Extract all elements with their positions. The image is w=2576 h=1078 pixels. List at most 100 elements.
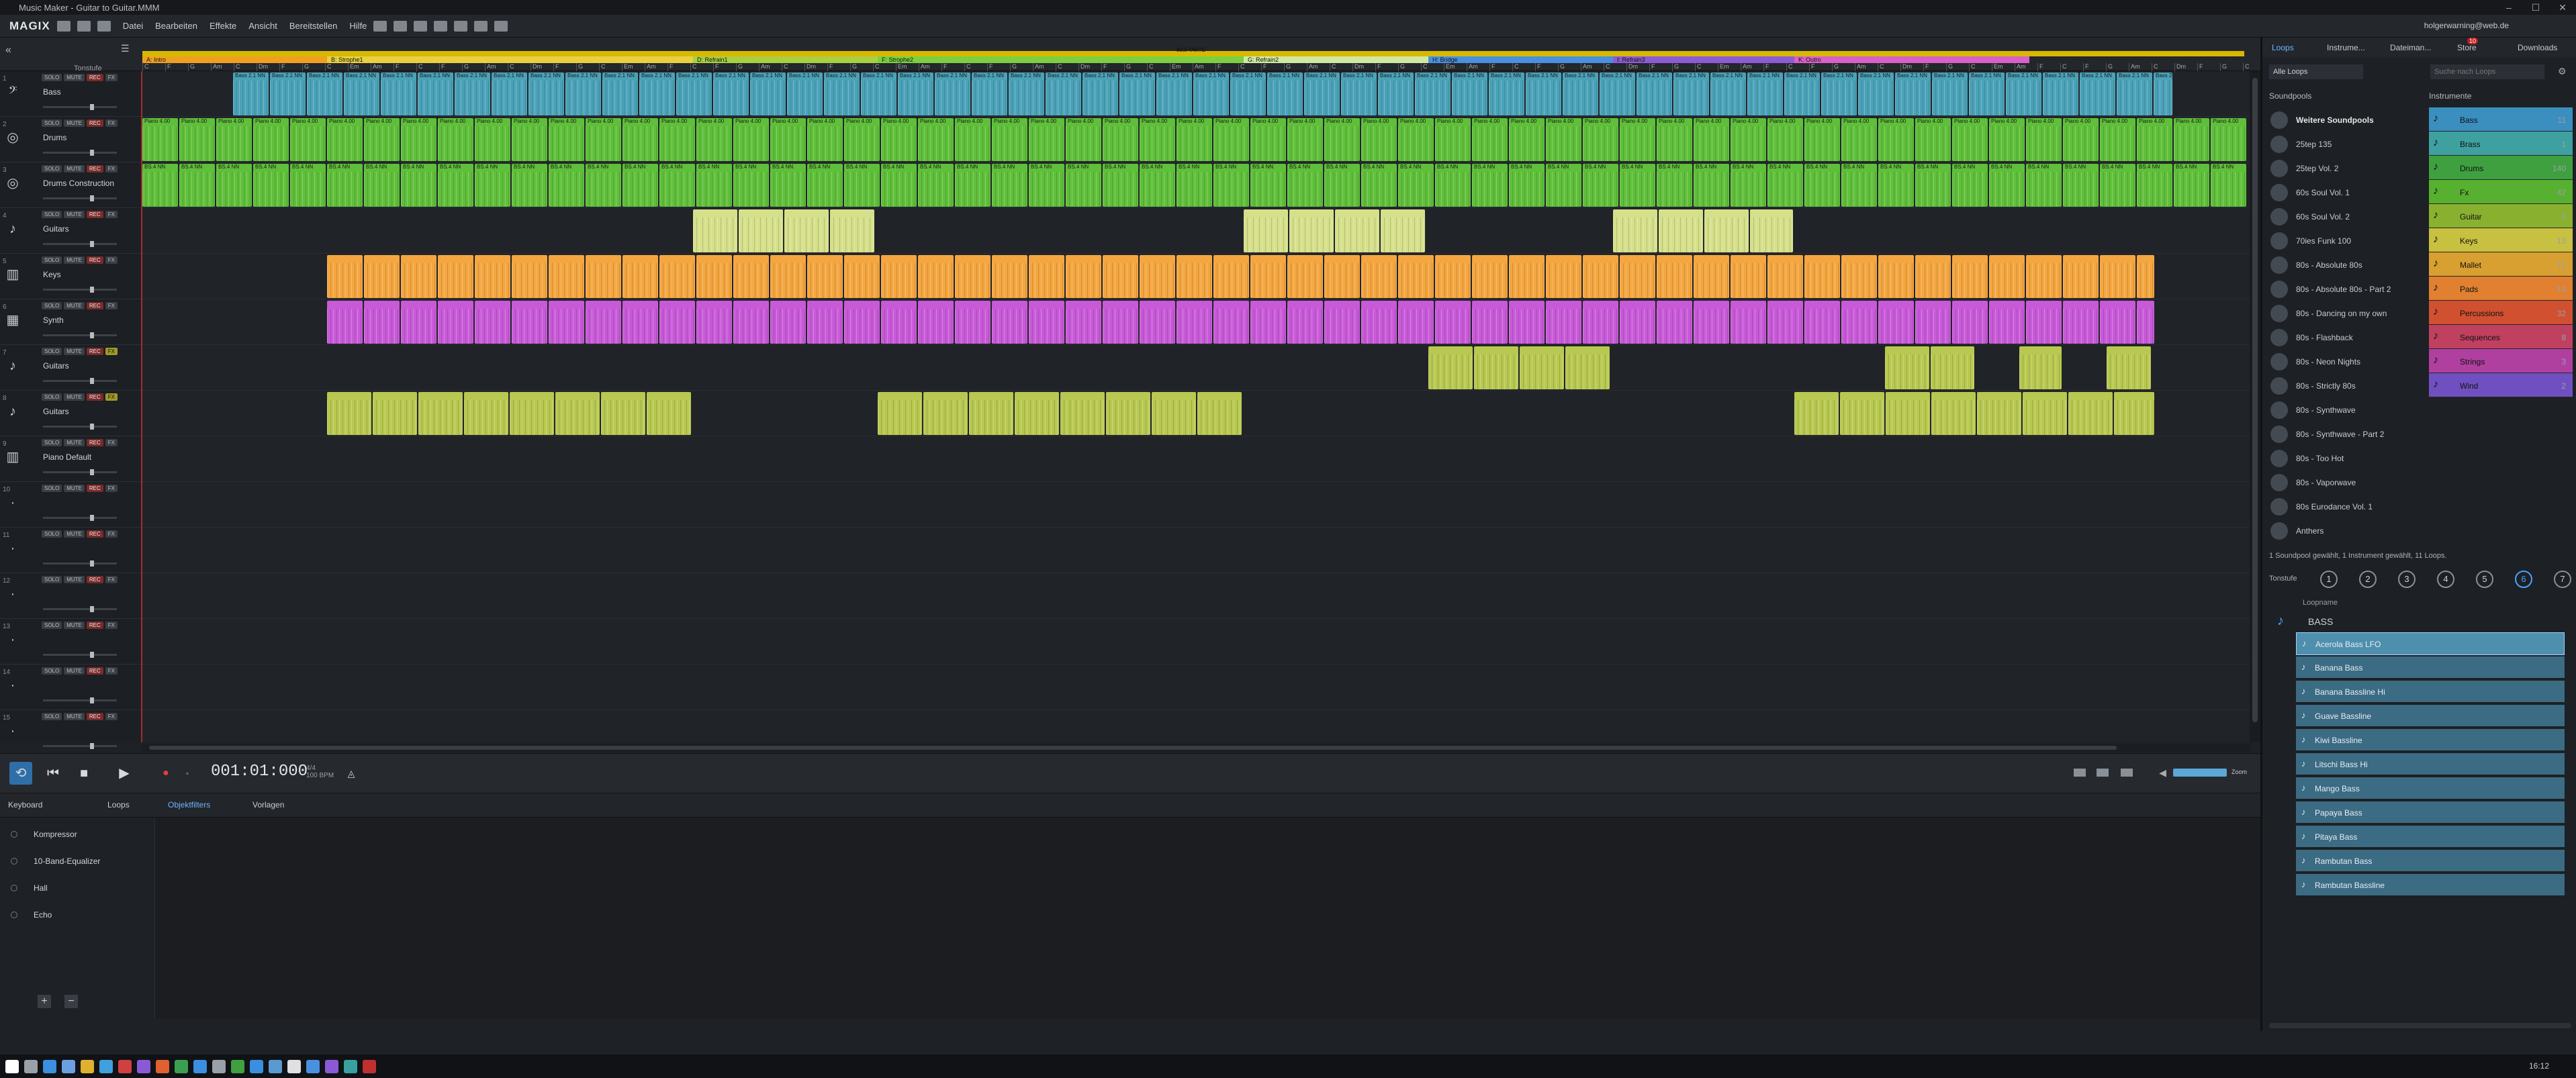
track-volume-slider[interactable] <box>43 332 117 338</box>
track-name[interactable]: Keys <box>43 270 61 279</box>
taskbar-app-icon[interactable] <box>287 1060 301 1073</box>
audio-clip[interactable]: Bass 2.1 NN <box>1341 72 1377 115</box>
audio-clip[interactable]: Piano 4.00 <box>918 118 954 161</box>
audio-clip[interactable]: BS.4 NN <box>881 164 917 207</box>
track-volume-slider[interactable] <box>43 195 117 201</box>
solo-button[interactable]: SOLO <box>42 667 62 675</box>
chord-marker[interactable]: Am <box>1033 63 1044 71</box>
audio-clip[interactable]: Bass 2.1 NN <box>381 72 416 115</box>
chord-marker[interactable]: Am <box>1193 63 1204 71</box>
audio-clip[interactable]: Bass 2.1 NN <box>824 72 860 115</box>
tab-objektfilters[interactable]: Objektfilters <box>168 800 210 810</box>
record-arm-button[interactable]: REC <box>86 622 103 629</box>
menu-datei[interactable]: Datei <box>123 21 143 31</box>
audio-clip[interactable] <box>1657 301 1692 344</box>
tab-loops-pool[interactable]: Loops <box>2272 43 2294 52</box>
mute-button[interactable]: MUTE <box>64 576 85 583</box>
audio-clip[interactable]: Bass 2.1 NN <box>1932 72 1968 115</box>
part-marker[interactable]: H: Bridge <box>1428 56 1613 63</box>
chord-marker[interactable]: Dm <box>804 63 816 71</box>
audio-clip[interactable] <box>1066 301 1101 344</box>
fx-button[interactable]: FX <box>105 211 118 218</box>
settings-gear-icon[interactable]: ⚙ <box>2558 66 2567 77</box>
chord-marker[interactable]: G <box>1284 63 1291 71</box>
record-arm-button[interactable]: REC <box>86 439 103 446</box>
audio-clip[interactable] <box>878 392 922 435</box>
part-marker[interactable]: A: Intro <box>142 56 327 63</box>
tonstufe-button[interactable]: 2 <box>2359 571 2377 588</box>
audio-clip[interactable]: Bass 2.1 NN <box>1304 72 1340 115</box>
audio-clip[interactable] <box>401 255 436 298</box>
track-volume-slider[interactable] <box>43 104 117 110</box>
fx-button[interactable]: FX <box>105 439 118 446</box>
audio-clip[interactable]: Piano 4.00 <box>1620 118 1655 161</box>
audio-clip[interactable] <box>438 301 473 344</box>
track-header[interactable]: 10 · SOLO MUTE REC FX <box>0 482 141 528</box>
audio-clip[interactable]: Piano 4.00 <box>2063 118 2099 161</box>
track-volume-slider[interactable] <box>43 560 117 567</box>
audio-clip[interactable] <box>659 255 695 298</box>
audio-clip[interactable] <box>1250 255 1286 298</box>
chord-marker[interactable]: G <box>1398 63 1405 71</box>
audio-clip[interactable] <box>881 301 917 344</box>
audio-clip[interactable]: BS.4 NN <box>2100 164 2135 207</box>
chord-marker[interactable]: G <box>1010 63 1017 71</box>
taskbar-app-icon[interactable] <box>81 1060 94 1073</box>
audio-clip[interactable]: BS.4 NN <box>2063 164 2099 207</box>
audio-clip[interactable]: BS.4 NN <box>179 164 215 207</box>
fx-button[interactable]: FX <box>105 713 118 720</box>
track-lane[interactable] <box>142 528 2250 573</box>
mute-button[interactable]: MUTE <box>64 119 85 127</box>
speaker-icon[interactable]: ◀ <box>2159 767 2166 779</box>
audio-clip[interactable]: Bass 2.1 NN <box>1895 72 1931 115</box>
instrument-item[interactable]: ♪ Drums 140 <box>2429 156 2573 180</box>
chord-marker[interactable]: G <box>1946 63 1953 71</box>
fx-button[interactable]: FX <box>105 622 118 629</box>
chord-marker[interactable]: G <box>2220 63 2227 71</box>
audio-clip[interactable] <box>739 209 783 252</box>
audio-clip[interactable]: Piano 4.00 <box>253 118 289 161</box>
audio-clip[interactable] <box>1152 392 1196 435</box>
taskbar-app-icon[interactable] <box>62 1060 75 1073</box>
audio-clip[interactable] <box>1015 392 1059 435</box>
record-arm-button[interactable]: REC <box>86 256 103 264</box>
taskbar-app-icon[interactable] <box>43 1060 56 1073</box>
chord-marker[interactable]: C <box>508 63 514 71</box>
chord-marker[interactable]: G <box>576 63 583 71</box>
loop-item[interactable]: ♪ Rambutan Bass <box>2296 850 2565 873</box>
audio-clip[interactable]: Piano 4.00 <box>1804 118 1840 161</box>
track-header[interactable]: 6 ▦ SOLO MUTE REC FX Synth <box>0 299 141 345</box>
record-arm-button[interactable]: REC <box>86 713 103 720</box>
audio-clip[interactable]: Bass 2.1 NN <box>639 72 675 115</box>
audio-clip[interactable] <box>1509 255 1545 298</box>
audio-clip[interactable]: BS.4 NN <box>733 164 769 207</box>
solo-button[interactable]: SOLO <box>42 576 62 583</box>
audio-clip[interactable] <box>1381 209 1425 252</box>
audio-clip[interactable] <box>1750 209 1793 252</box>
chord-marker[interactable]: C <box>142 63 149 71</box>
audio-clip[interactable] <box>2063 301 2099 344</box>
mute-button[interactable]: MUTE <box>64 622 85 629</box>
audio-clip[interactable]: Piano 4.00 <box>1177 118 1212 161</box>
chord-marker[interactable]: F <box>1923 63 1929 71</box>
taskbar-app-icon[interactable] <box>212 1060 226 1073</box>
audio-clip[interactable] <box>364 301 400 344</box>
track-header[interactable]: 2 ◎ SOLO MUTE REC FX Drums <box>0 117 141 162</box>
chord-marker[interactable]: F <box>1649 63 1655 71</box>
audio-clip[interactable]: Bass 2.1 NN <box>528 72 564 115</box>
chord-marker[interactable]: Dm <box>531 63 542 71</box>
effect-echo[interactable]: Echo <box>11 910 52 920</box>
audio-clip[interactable] <box>733 301 769 344</box>
chord-marker[interactable]: Em <box>1444 63 1455 71</box>
track-lane[interactable]: BS.4 NN BS.4 NN BS.4 NN BS.4 NN BS.4 NN BS.4 … <box>142 162 2250 208</box>
chord-marker[interactable]: F <box>394 63 400 71</box>
audio-clip[interactable]: Piano 4.00 <box>623 118 658 161</box>
chord-marker[interactable]: C <box>416 63 423 71</box>
audio-clip[interactable]: Bass 2.1 NN <box>1858 72 1894 115</box>
audio-clip[interactable] <box>1140 301 1175 344</box>
chord-marker[interactable]: F <box>279 63 285 71</box>
loop-item[interactable]: ♪ Papaya Bass <box>2296 801 2565 824</box>
track-volume-slider[interactable] <box>43 652 117 658</box>
record-arm-button[interactable]: REC <box>86 211 103 218</box>
soundpool-item[interactable]: 25tep 135 <box>2269 132 2424 156</box>
